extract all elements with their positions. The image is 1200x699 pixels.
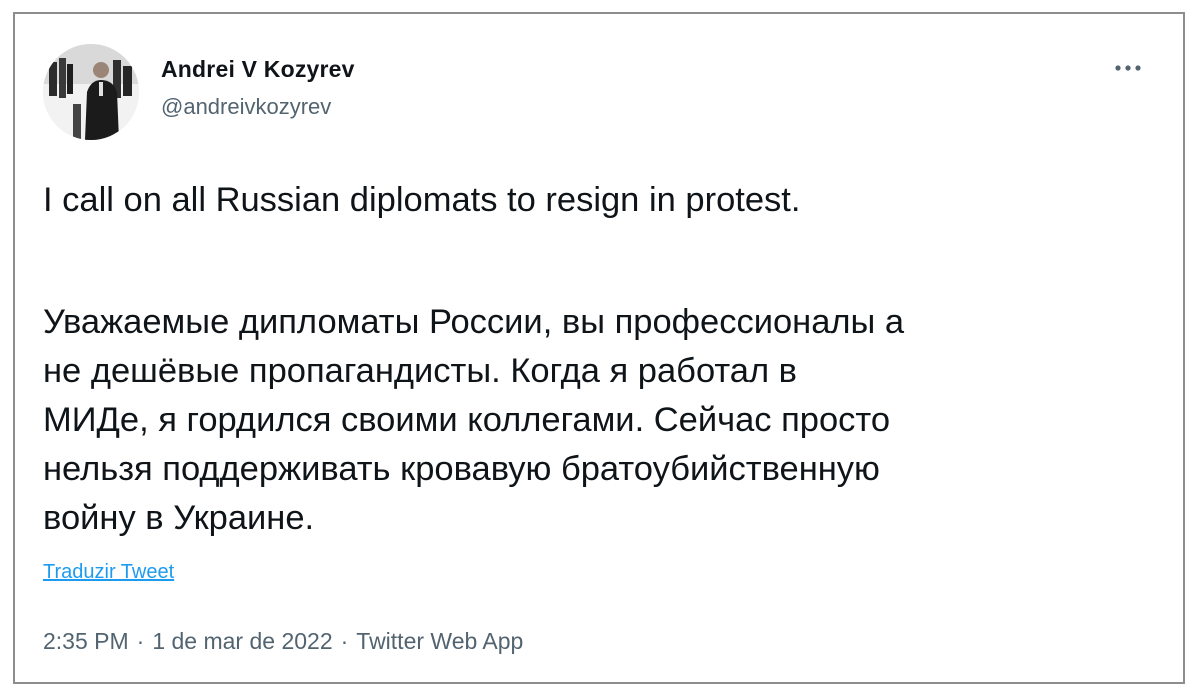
- author-name[interactable]: Andrei V Kozyrev: [161, 56, 355, 83]
- author-handle[interactable]: @andreivkozyrev: [161, 94, 331, 120]
- meta-separator: ·: [136, 628, 145, 654]
- tweet-time[interactable]: 2:35 PM: [43, 628, 129, 654]
- tweet-text-line: Уважаемые дипломаты России, вы профессио…: [43, 303, 905, 341]
- tweet-source[interactable]: Twitter Web App: [356, 628, 523, 654]
- tweet-date[interactable]: 1 de mar de 2022: [152, 628, 332, 654]
- avatar-photo: [43, 44, 139, 140]
- tweet-text-line: I call on all Russian diplomats to resig…: [43, 181, 801, 219]
- tweet-text-line: войну в Украине.: [43, 499, 315, 537]
- tweet-text-line: нельзя поддерживать кровавую братоубийст…: [43, 450, 880, 488]
- tweet-card: Andrei V Kozyrev @andreivkozyrev I call …: [13, 12, 1185, 684]
- translate-tweet-link[interactable]: Traduzir Tweet: [43, 561, 174, 584]
- meta-separator: ·: [340, 628, 349, 654]
- tweet-text-line: МИДе, я гордился своими коллегами. Сейча…: [43, 401, 891, 439]
- more-options-icon[interactable]: [1111, 58, 1145, 78]
- tweet-text-line: не дешёвые пропагандисты. Когда я работа…: [43, 352, 798, 390]
- tweet-metadata: 2:35 PM · 1 de mar de 2022 · Twitter Web App: [43, 628, 523, 655]
- avatar[interactable]: [43, 44, 139, 140]
